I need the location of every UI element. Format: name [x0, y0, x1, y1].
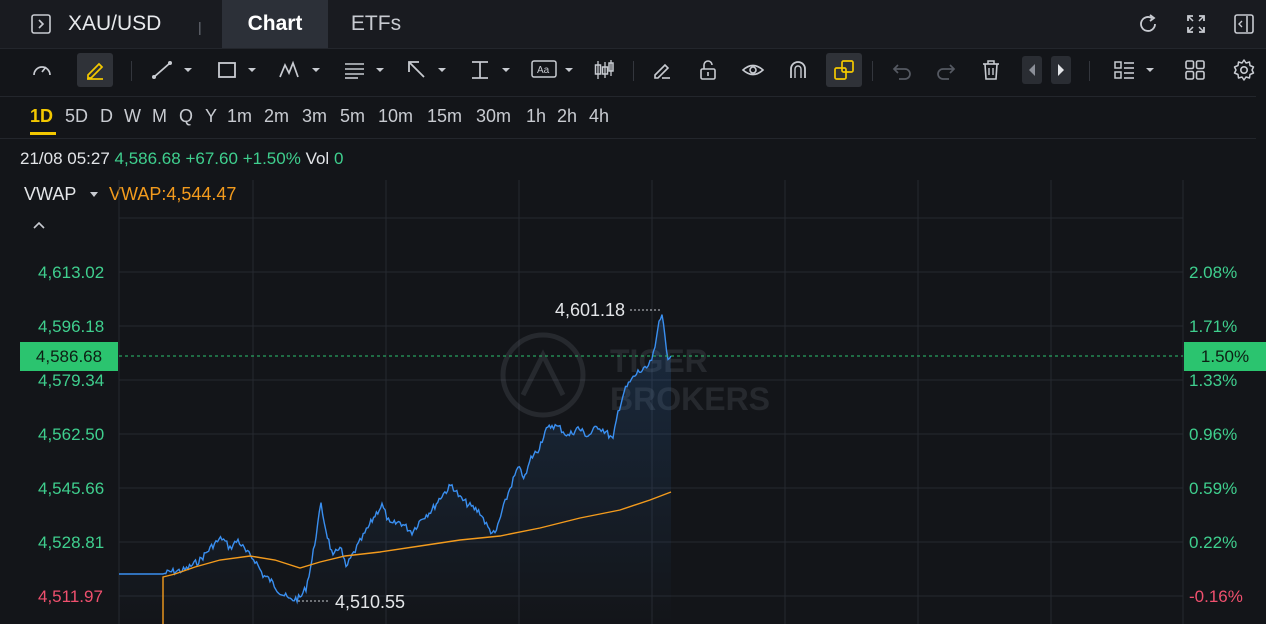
y-right-label: -0.16% [1189, 587, 1243, 606]
y-right-label: 0.22% [1189, 533, 1238, 552]
y-left-label: 4,562.50 [38, 425, 105, 444]
y-right-label: 0.59% [1189, 479, 1238, 498]
y-right-label: 1.33% [1189, 371, 1238, 390]
y-right-label: 0.96% [1189, 425, 1238, 444]
y-right-label: 2.08% [1189, 263, 1238, 282]
current-price-tag: 4,586.68 [20, 342, 118, 371]
y-left-label: 4,545.66 [38, 479, 105, 498]
low-annotation: 4,510.55 [335, 592, 406, 612]
price-area-fill [119, 314, 671, 624]
y-left-label: 4,511.97 [38, 587, 103, 606]
high-annotation: 4,601.18 [555, 300, 626, 320]
y-left-label: 4,579.34 [38, 371, 105, 390]
y-left-label: 4,596.18 [38, 317, 105, 336]
y-left-label: 4,528.81 [38, 533, 105, 552]
price-chart[interactable]: TIGER BROKERS [0, 0, 1266, 624]
y-left-label: 4,613.02 [38, 263, 105, 282]
current-pct-tag: 1.50% [1184, 342, 1266, 371]
y-right-label: 1.71% [1189, 317, 1238, 336]
